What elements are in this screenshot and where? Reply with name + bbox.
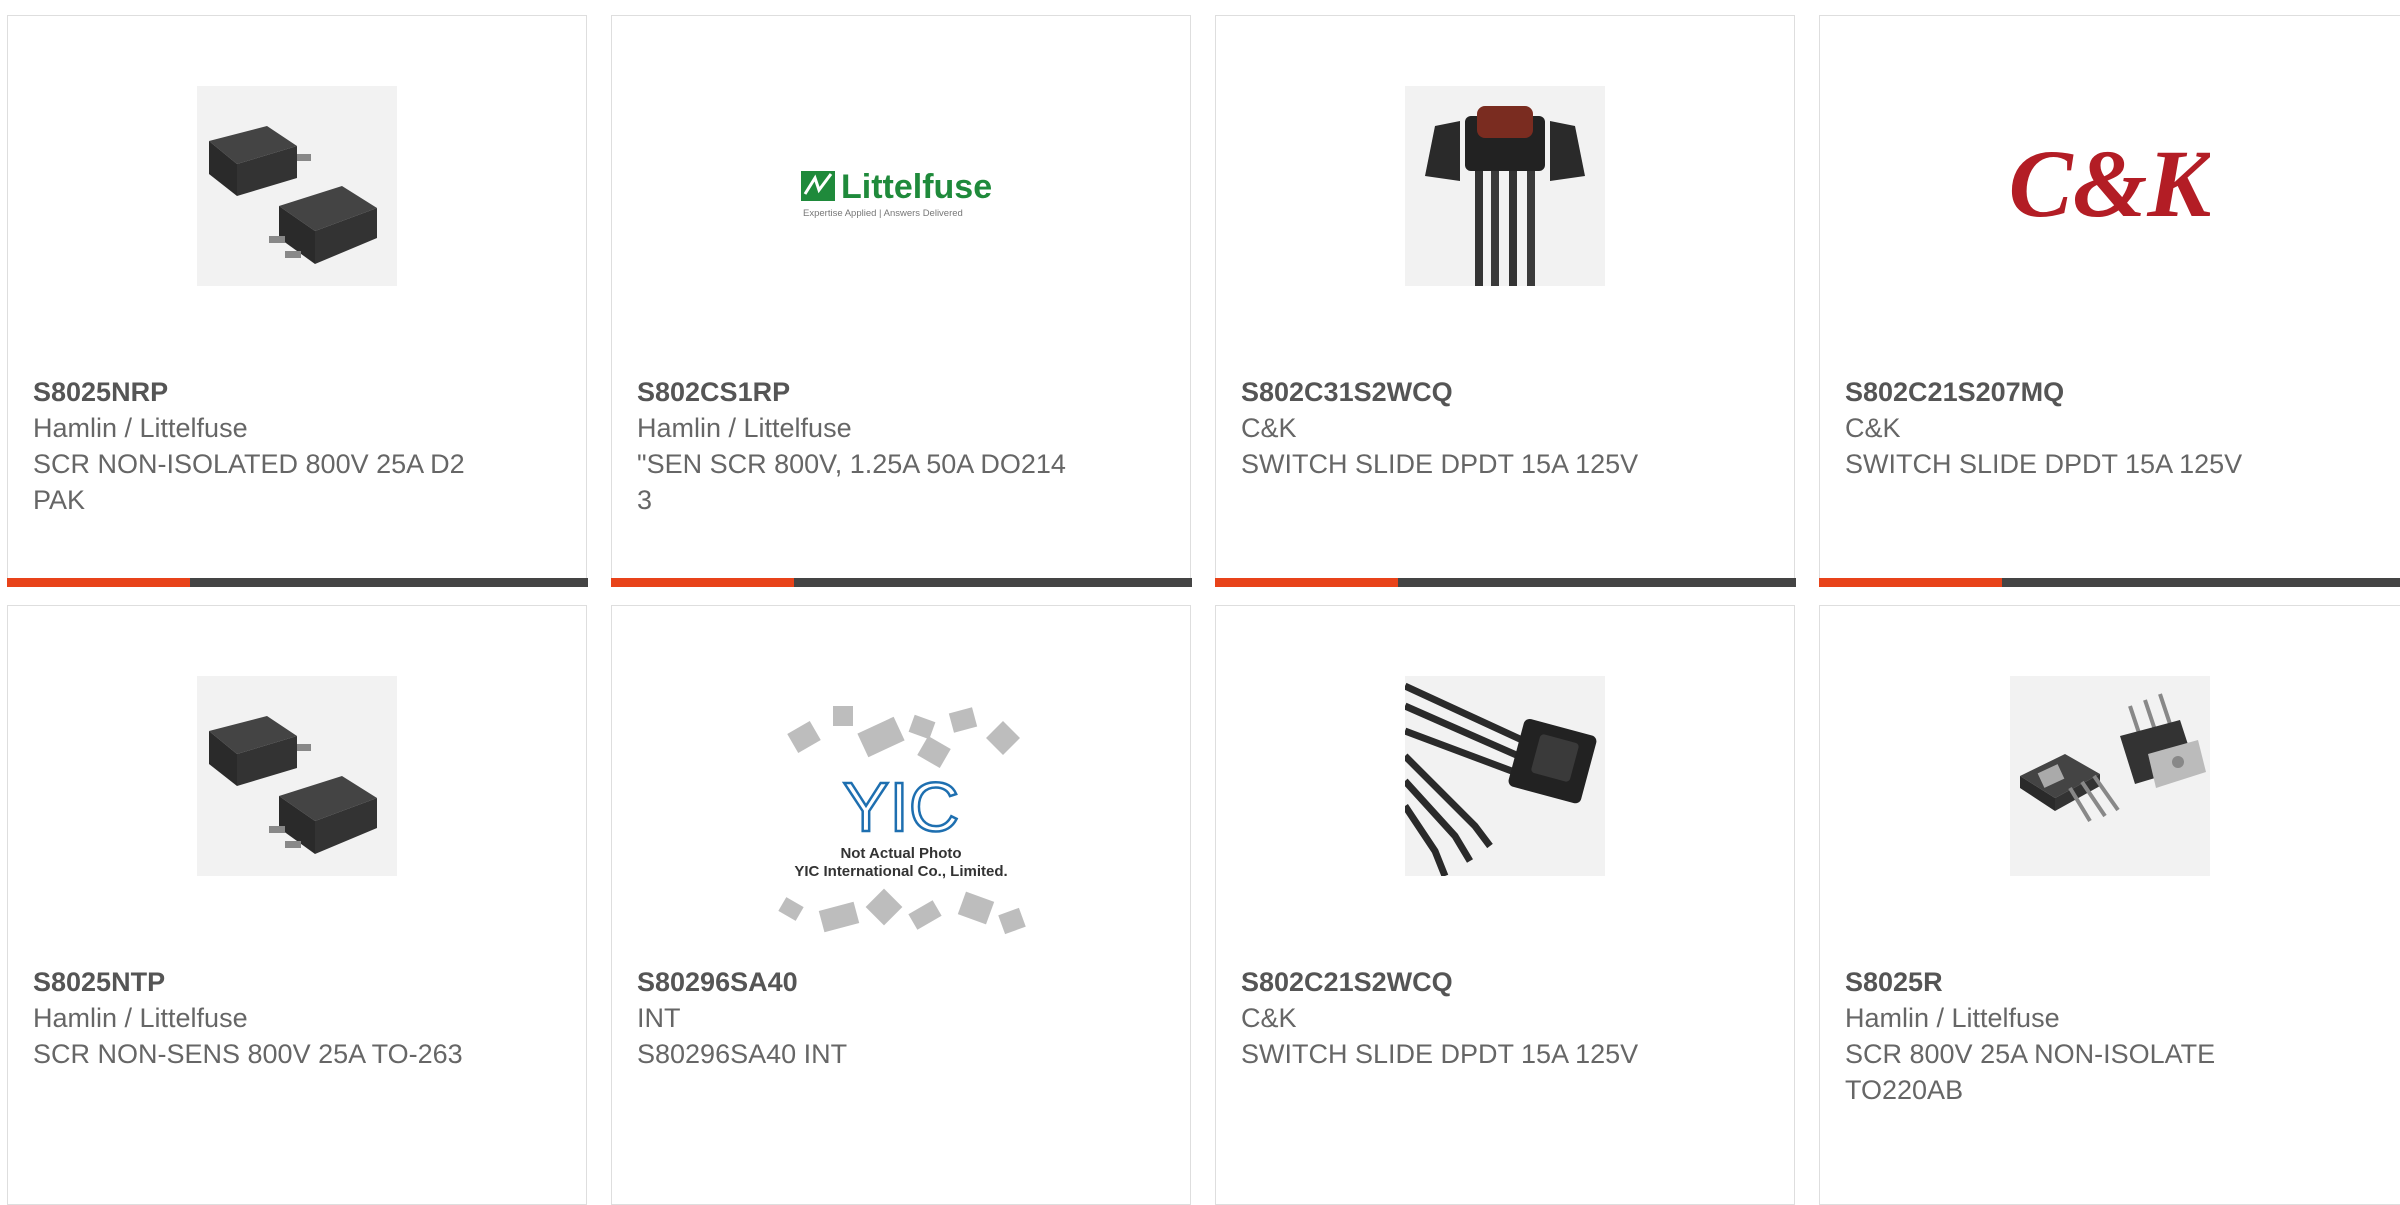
product-card[interactable]: S8025NTP Hamlin / Littelfuse SCR NON-SEN… [7, 605, 587, 1205]
manufacturer: C&K [1241, 410, 1774, 446]
product-image[interactable] [197, 86, 397, 286]
yic-placeholder: YIC Not Actual Photo YIC International C… [761, 696, 1041, 946]
description: SCR NON-SENS 800V 25A TO-263 [33, 1036, 473, 1072]
manufacturer: Hamlin / Littelfuse [33, 1000, 566, 1036]
description: SCR NON-ISOLATED 800V 25A D2 PAK [33, 446, 473, 518]
part-number[interactable]: S80296SA40 [637, 964, 1170, 1000]
product-card[interactable]: C&K S802C21S207MQ C&K SWITCH SLIDE DPDT … [1819, 15, 2400, 586]
product-card[interactable]: S8025NRP Hamlin / Littelfuse SCR NON-ISO… [7, 15, 587, 586]
manufacturer: Hamlin / Littelfuse [637, 410, 1170, 446]
description: S80296SA40 INT [637, 1036, 1077, 1072]
part-number[interactable]: S8025NRP [33, 374, 566, 410]
rocker-switch-icon [1405, 86, 1605, 286]
product-image[interactable]: C&K [2010, 86, 2210, 286]
d2pak-chip-icon [197, 676, 397, 876]
product-image[interactable] [1405, 676, 1605, 876]
card-bar [7, 578, 588, 587]
card-bar [611, 578, 1192, 587]
product-image[interactable] [2010, 676, 2210, 876]
part-number[interactable]: S8025R [1845, 964, 2398, 1000]
part-number[interactable]: S8025NTP [33, 964, 566, 1000]
product-image[interactable] [197, 676, 397, 876]
manufacturer: INT [637, 1000, 1170, 1036]
product-card[interactable]: YIC Not Actual Photo YIC International C… [611, 605, 1191, 1205]
product-card[interactable]: S8025R Hamlin / Littelfuse SCR 800V 25A … [1819, 605, 2400, 1205]
description: SCR 800V 25A NON-ISOLATE TO220AB [1845, 1036, 2285, 1108]
description: SWITCH SLIDE DPDT 15A 125V [1241, 446, 1681, 482]
svg-text:Not Actual Photo: Not Actual Photo [840, 845, 961, 862]
manufacturer: C&K [1845, 410, 2398, 446]
svg-text:Expertise Applied | Answers De: Expertise Applied | Answers Delivered [803, 208, 963, 219]
description: "SEN SCR 800V, 1.25A 50A DO214 3 [637, 446, 1077, 518]
card-bar [1819, 578, 2400, 587]
manufacturer: Hamlin / Littelfuse [33, 410, 566, 446]
part-number[interactable]: S802C21S2WCQ [1241, 964, 1774, 1000]
product-card[interactable]: Littelfuse Expertise Applied | Answers D… [611, 15, 1191, 586]
svg-text:YIC International Co., Limited: YIC International Co., Limited. [794, 863, 1007, 880]
description: SWITCH SLIDE DPDT 15A 125V [1241, 1036, 1681, 1072]
ck-logo: C&K [2010, 86, 2210, 286]
part-number[interactable]: S802CS1RP [637, 374, 1170, 410]
product-image[interactable]: YIC Not Actual Photo YIC International C… [761, 696, 1041, 946]
manufacturer: Hamlin / Littelfuse [1845, 1000, 2398, 1036]
svg-text:C&K: C&K [2010, 130, 2210, 237]
svg-text:Littelfuse: Littelfuse [841, 168, 992, 206]
product-image[interactable] [1405, 86, 1605, 286]
d2pak-chip-icon [197, 86, 397, 286]
manufacturer: C&K [1241, 1000, 1774, 1036]
card-bar [1215, 578, 1796, 587]
svg-text:YIC: YIC [843, 768, 960, 846]
to220-chip-icon [2010, 676, 2210, 876]
description: SWITCH SLIDE DPDT 15A 125V [1845, 446, 2285, 482]
littelfuse-logo: Littelfuse Expertise Applied | Answers D… [801, 86, 1001, 286]
part-number[interactable]: S802C31S2WCQ [1241, 374, 1774, 410]
product-image[interactable]: Littelfuse Expertise Applied | Answers D… [801, 86, 1001, 286]
product-card[interactable]: S802C31S2WCQ C&K SWITCH SLIDE DPDT 15A 1… [1215, 15, 1795, 586]
switch-cable-icon [1405, 676, 1605, 876]
product-card[interactable]: S802C21S2WCQ C&K SWITCH SLIDE DPDT 15A 1… [1215, 605, 1795, 1205]
part-number[interactable]: S802C21S207MQ [1845, 374, 2398, 410]
product-grid: S8025NRP Hamlin / Littelfuse SCR NON-ISO… [0, 0, 2400, 1167]
